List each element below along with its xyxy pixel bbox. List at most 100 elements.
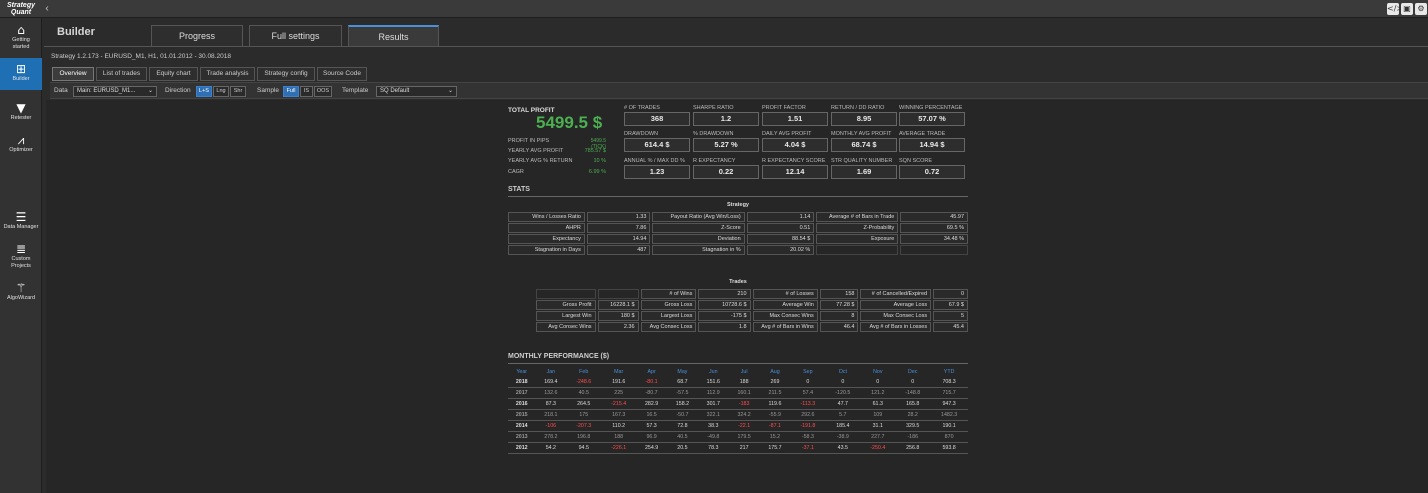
metric-value: 0.72: [899, 165, 965, 179]
metric-value: 1.23: [624, 165, 690, 179]
trade-value: 16228.1 $: [597, 300, 639, 310]
trade-value: 77.28 $: [819, 300, 859, 310]
month-value-cell: 151.6: [697, 377, 729, 388]
table-row: Wins / Losses Ratio 1.33 Payout Ratio (A…: [508, 212, 968, 222]
template-select[interactable]: SQ Default ⌄: [376, 86, 457, 97]
stat-key: Exposure: [816, 234, 899, 244]
trade-value: -175 $: [698, 311, 751, 321]
subtab-equity-chart[interactable]: Equity chart: [149, 67, 198, 81]
stat-value: 0.51: [746, 223, 815, 233]
sidebar-item-retester[interactable]: ▼ Retester: [0, 102, 42, 126]
trade-empty: [536, 289, 596, 299]
trade-key: Avg Consec Wins: [536, 322, 596, 332]
subtab-strategy-config[interactable]: Strategy config: [257, 67, 315, 81]
month-value-cell: 217: [728, 443, 760, 454]
subtab-source-code[interactable]: Source Code: [317, 67, 367, 81]
month-column-header: Jul: [740, 368, 748, 375]
trade-value: 10728.6 $: [698, 300, 751, 310]
month-value-cell: -250.4: [860, 443, 896, 454]
summary-label: CAGR: [508, 169, 524, 175]
metric-label: R EXPECTANCY: [693, 158, 736, 164]
subtab-overview[interactable]: Overview: [52, 67, 94, 81]
trade-key: Gross Profit: [536, 300, 596, 310]
month-value-cell: 68.7: [667, 377, 698, 388]
stats-table: Wins / Losses Ratio 1.33 Payout Ratio (A…: [506, 211, 970, 256]
strategy-info: Strategy 1.2.173 - EURUSD_M1, H1, 01.01.…: [51, 53, 231, 60]
month-value-cell: 292.6: [790, 410, 826, 421]
sidebar-item-data-manager[interactable]: ☰ Data Manager: [0, 211, 42, 235]
template-label: Template: [342, 87, 369, 94]
stat-value: 487: [586, 245, 651, 255]
month-value-cell: -183: [728, 399, 760, 410]
trade-key: # of Cancelled/Expired: [860, 289, 932, 299]
stat-value: 69.5 %: [900, 223, 968, 233]
data-select[interactable]: Main: EURUSD_M1... ⌄: [73, 86, 157, 97]
layers-icon: ≣: [15, 242, 27, 256]
month-value-cell: 110.2: [601, 421, 637, 432]
direction-short-button[interactable]: Shr: [230, 86, 246, 97]
trade-key: # of Losses: [752, 289, 818, 299]
month-value-cell: -37.1: [790, 443, 826, 454]
wand-icon: ⚚: [15, 281, 27, 295]
home-icon: ⌂: [17, 23, 25, 37]
metric-label: DAILY AVG PROFIT: [762, 131, 812, 137]
month-value-cell: 1482.3: [930, 410, 968, 421]
month-value-cell: 227.7: [860, 432, 896, 443]
month-column-header: Apr: [647, 368, 656, 375]
year-cell: 2017: [508, 388, 536, 399]
code-icon[interactable]: </>: [1387, 3, 1403, 15]
month-value-cell: -57.5: [667, 388, 698, 399]
tab-results[interactable]: Results: [348, 25, 439, 46]
metric-value: 1.69: [831, 165, 897, 179]
table-row: Avg Consec Wins 2.36 Avg Consec Loss 1.8…: [536, 322, 968, 332]
sample-is-button[interactable]: IS: [300, 86, 313, 97]
trade-value: 67.9 $: [933, 300, 968, 310]
metric-label: % DRAWDOWN: [693, 131, 734, 137]
chevron-left-icon[interactable]: ‹: [42, 2, 52, 16]
metric-label: SQN SCORE: [899, 158, 933, 164]
divider: [508, 196, 968, 197]
month-value-cell: -215.4: [601, 399, 637, 410]
trade-value: 210: [698, 289, 751, 299]
month-value-cell: 175: [566, 410, 602, 421]
tab-full-settings[interactable]: Full settings: [249, 25, 342, 46]
sample-full-button[interactable]: Full: [283, 86, 299, 97]
month-column-header: Mar: [614, 368, 624, 375]
sample-oos-button[interactable]: OOS: [314, 86, 332, 97]
month-column-header: Sep: [803, 368, 813, 375]
month-value-cell: 61.3: [860, 399, 896, 410]
tab-progress[interactable]: Progress: [151, 25, 243, 46]
sidebar-item-optimizer[interactable]: ⩘ Optimizer: [0, 134, 42, 158]
table-row: Expectancy 14.94 Deviation 88.54 $ Expos…: [508, 234, 968, 244]
metric-value: 68.74 $: [831, 138, 897, 152]
sidebar-item-getting-started[interactable]: ⌂ Getting started: [0, 24, 42, 56]
month-value-cell: 169.4: [535, 377, 567, 388]
sidebar-item-builder[interactable]: ⊞ Builder: [0, 58, 42, 90]
stat-key: Stagnation in Days: [508, 245, 585, 255]
month-value-cell: 218.1: [535, 410, 567, 421]
month-value-cell: 78.3: [697, 443, 729, 454]
month-value-cell: 16.5: [636, 410, 668, 421]
metric-value: 8.95: [831, 112, 897, 126]
table-row: 2013 278.2 196.8 188 96.9 40.5 -49.8 179.5 15.2-…: [508, 432, 968, 443]
settings-icon[interactable]: ⚙: [1415, 3, 1427, 15]
table-row: 2018 169.4 -248.6 191.6 -80.1 68.7 151.6 188 269…: [508, 377, 968, 388]
table-row: 2015 218.1 175 167.3 16.5 -50.7 322.1 324.2 -55.…: [508, 410, 968, 421]
window-icon[interactable]: ▣: [1401, 3, 1413, 15]
month-value-cell: 158.2: [667, 399, 698, 410]
month-value-cell: 190.1: [930, 421, 968, 432]
sidebar-item-algowizard[interactable]: ⚚ AlgoWizard: [0, 282, 42, 306]
tab-divider: [44, 46, 1428, 47]
direction-ls-button[interactable]: L+S: [196, 86, 212, 97]
month-value-cell: 188: [601, 432, 637, 443]
table-row: 2014 -106 -207.3 110.2 57.3 72.8 38.3 -22.1 -87.…: [508, 421, 968, 432]
direction-long-button[interactable]: Lng: [213, 86, 229, 97]
summary-label: PROFIT IN PIPS: [508, 138, 550, 144]
subtab-list-of-trades[interactable]: List of trades: [96, 67, 147, 81]
year-cell: 2013: [508, 432, 536, 443]
month-value-cell: 112.9: [697, 388, 729, 399]
subtab-trade-analysis[interactable]: Trade analysis: [200, 67, 255, 81]
month-value-cell: 225: [601, 388, 637, 399]
metric-label: SHARPE RATIO: [693, 105, 734, 111]
sidebar-item-custom-projects[interactable]: ≣ Custom Projects: [0, 243, 42, 275]
